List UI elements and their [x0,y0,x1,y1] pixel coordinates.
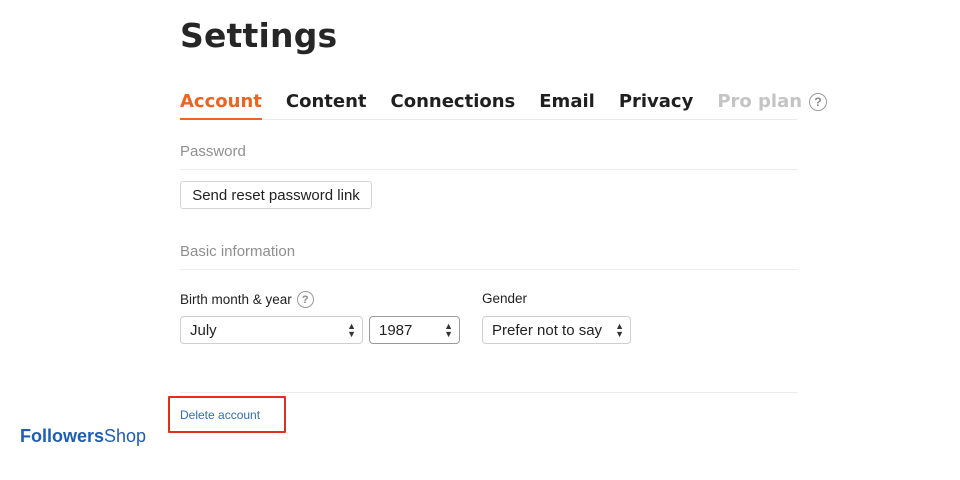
birth-month-year-label: Birth month & year ? [180,291,314,308]
birth-year-value: 1987 [379,321,413,339]
settings-tabs: Account Content Connections Email Privac… [180,84,828,120]
tab-email[interactable]: Email [539,84,595,120]
select-arrows-icon: ▲ ▼ [444,321,453,339]
select-arrows-icon: ▲ ▼ [615,321,624,339]
birth-month-value: July [190,321,217,339]
gender-select[interactable]: Prefer not to say ▲ ▼ [482,316,631,344]
divider [180,392,797,393]
tab-privacy[interactable]: Privacy [619,84,694,120]
birth-month-select[interactable]: July ▲ ▼ [180,316,363,344]
password-section-title: Password [180,143,797,170]
tab-content[interactable]: Content [286,84,367,120]
select-arrows-icon: ▲ ▼ [347,321,356,339]
logo-text-shop: Shop [104,426,147,446]
tab-pro-plan[interactable]: Pro plan ? [717,84,828,120]
tab-connections[interactable]: Connections [391,84,516,120]
help-icon[interactable]: ? [296,291,314,308]
basic-information-section-title: Basic information [180,243,797,270]
send-reset-password-button[interactable]: Send reset password link [180,181,372,209]
birth-year-select[interactable]: 1987 ▲ ▼ [369,316,460,344]
birth-label-text: Birth month & year [180,292,292,307]
logo-text-followers: Followers [20,426,105,446]
tab-pro-plan-label: Pro plan [717,91,803,112]
gender-value: Prefer not to say [492,321,603,339]
followersshop-logo: FollowersShop [20,426,146,447]
page-title: Settings [180,16,338,55]
tab-account[interactable]: Account [180,84,262,120]
help-icon[interactable]: ? [809,93,828,111]
gender-label: Gender [482,291,528,306]
delete-account-link[interactable]: Delete account [180,408,260,422]
